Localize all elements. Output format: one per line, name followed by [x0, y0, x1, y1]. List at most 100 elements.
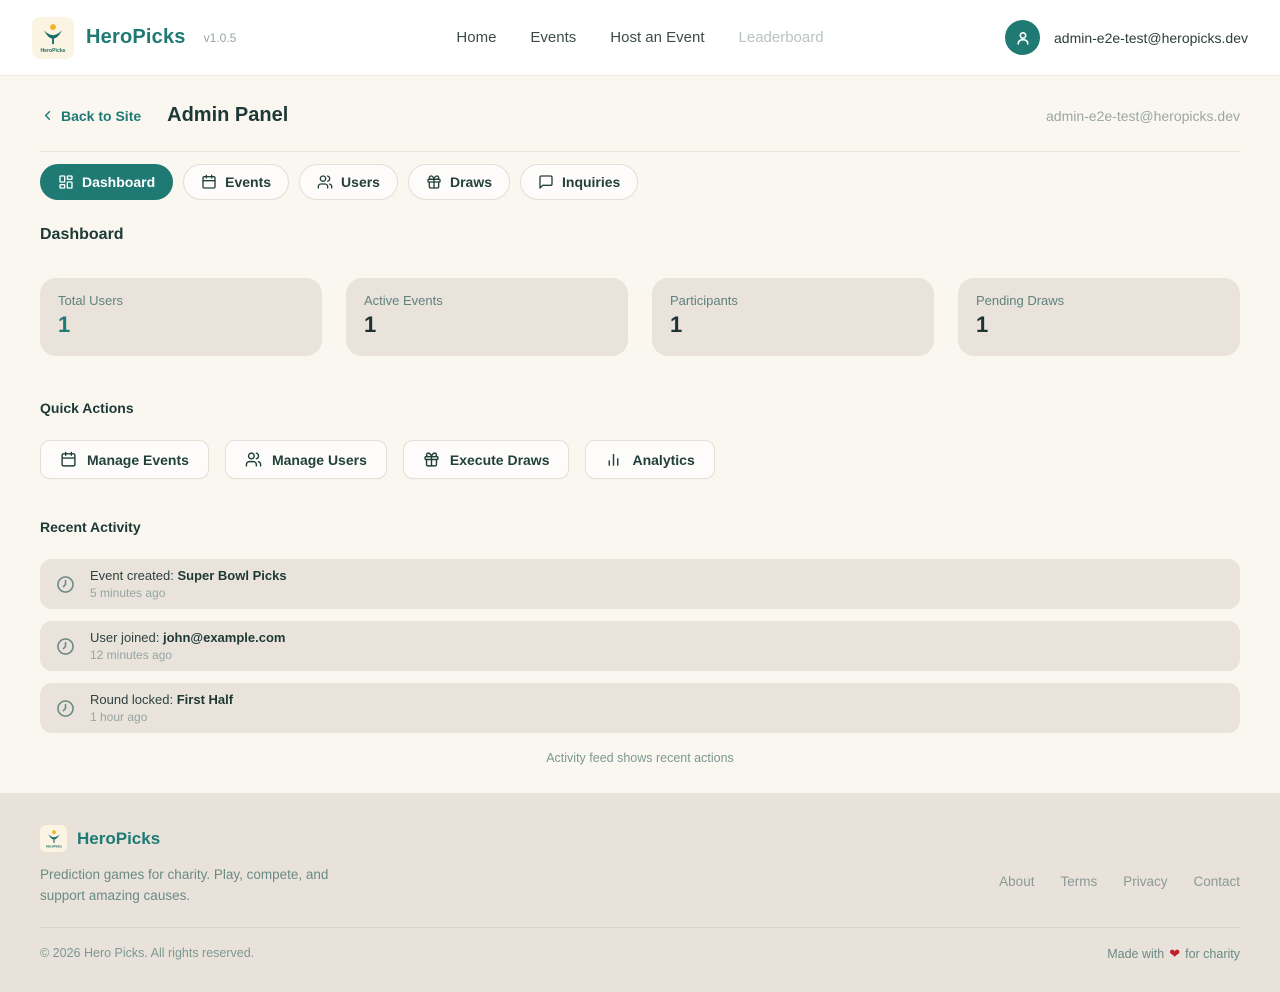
- quick-actions-heading: Quick Actions: [40, 400, 1240, 416]
- manage-users-button[interactable]: Manage Users: [225, 440, 387, 479]
- gift-icon: [426, 174, 442, 190]
- stat-label: Active Events: [364, 293, 610, 308]
- activity-body: Round locked: First Half 1 hour ago: [90, 692, 233, 724]
- tab-dashboard[interactable]: Dashboard: [40, 164, 173, 200]
- tab-label: Users: [341, 174, 380, 190]
- footer-links: About Terms Privacy Contact: [999, 857, 1240, 907]
- main-nav: Home Events Host an Event Leaderboard: [456, 29, 823, 46]
- admin-user-email: admin-e2e-test@heropicks.dev: [1046, 108, 1240, 124]
- dashboard-heading: Dashboard: [40, 226, 1240, 244]
- footer-description: Prediction games for charity. Play, comp…: [40, 865, 330, 907]
- action-label: Manage Users: [272, 452, 367, 468]
- back-to-site-label: Back to Site: [61, 108, 141, 124]
- stat-value: 1: [670, 312, 916, 338]
- brand[interactable]: HeroPicks HeroPicks v1.0.5: [32, 17, 236, 59]
- stat-card-pending-draws: Pending Draws 1: [958, 278, 1240, 356]
- back-to-site-link[interactable]: Back to Site: [40, 108, 141, 124]
- tab-label: Draws: [450, 174, 492, 190]
- activity-time: 1 hour ago: [90, 710, 233, 724]
- footer-link-privacy[interactable]: Privacy: [1123, 874, 1167, 889]
- top-navbar: HeroPicks HeroPicks v1.0.5 Home Events H…: [0, 0, 1280, 76]
- admin-tabs: Dashboard Events Users Draws Inquiries: [40, 164, 1240, 200]
- calendar-icon: [201, 174, 217, 190]
- analytics-button[interactable]: Analytics: [585, 440, 714, 479]
- stat-card-active-events: Active Events 1: [346, 278, 628, 356]
- header-divider: [40, 151, 1240, 152]
- activity-item: User joined: john@example.com 12 minutes…: [40, 621, 1240, 671]
- gift-icon: [423, 451, 440, 468]
- stat-value: 1: [58, 312, 304, 338]
- stats-grid: Total Users 1 Active Events 1 Participan…: [40, 278, 1240, 356]
- clock-icon: [56, 699, 75, 718]
- calendar-icon: [60, 451, 77, 468]
- tab-draws[interactable]: Draws: [408, 164, 510, 200]
- quick-actions: Manage Events Manage Users Execute Draws…: [40, 440, 1240, 479]
- message-square-icon: [538, 174, 554, 190]
- user-icon: [1013, 28, 1033, 48]
- nav-link-events[interactable]: Events: [530, 29, 576, 46]
- clock-icon: [56, 575, 75, 594]
- activity-list: Event created: Super Bowl Picks 5 minute…: [40, 559, 1240, 733]
- activity-body: User joined: john@example.com 12 minutes…: [90, 630, 285, 662]
- stat-label: Total Users: [58, 293, 304, 308]
- navbar-user-email: admin-e2e-test@heropicks.dev: [1054, 30, 1248, 46]
- activity-text: Round locked: First Half: [90, 692, 233, 707]
- bar-chart-icon: [605, 451, 622, 468]
- stat-value: 1: [364, 312, 610, 338]
- stat-card-total-users: Total Users 1: [40, 278, 322, 356]
- footer-link-terms[interactable]: Terms: [1060, 874, 1097, 889]
- nav-link-home[interactable]: Home: [456, 29, 496, 46]
- activity-subject: Super Bowl Picks: [177, 568, 286, 583]
- activity-feed-caption: Activity feed shows recent actions: [40, 751, 1240, 765]
- footer-divider: [40, 927, 1240, 928]
- tab-label: Events: [225, 174, 271, 190]
- admin-panel-main: Back to Site Admin Panel admin-e2e-test@…: [0, 76, 1280, 793]
- activity-subject: john@example.com: [163, 630, 285, 645]
- activity-item: Round locked: First Half 1 hour ago: [40, 683, 1240, 733]
- activity-text: Event created: Super Bowl Picks: [90, 568, 287, 583]
- user-avatar[interactable]: [1005, 20, 1040, 55]
- footer: HeroPicks HeroPicks Prediction games for…: [0, 793, 1280, 992]
- activity-time: 12 minutes ago: [90, 648, 285, 662]
- stat-card-participants: Participants 1: [652, 278, 934, 356]
- footer-link-contact[interactable]: Contact: [1193, 874, 1240, 889]
- made-with-text: Made with ❤ for charity: [1107, 946, 1240, 962]
- user-menu[interactable]: admin-e2e-test@heropicks.dev: [1005, 20, 1248, 55]
- clock-icon: [56, 637, 75, 656]
- svg-text:HeroPicks: HeroPicks: [40, 47, 65, 53]
- heart-icon: ❤: [1169, 946, 1180, 962]
- nav-link-host-an-event[interactable]: Host an Event: [610, 29, 704, 46]
- tab-inquiries[interactable]: Inquiries: [520, 164, 638, 200]
- page-title: Admin Panel: [167, 104, 288, 127]
- action-label: Manage Events: [87, 452, 189, 468]
- version-badge: v1.0.5: [204, 31, 237, 45]
- users-icon: [317, 174, 333, 190]
- tab-users[interactable]: Users: [299, 164, 398, 200]
- stat-label: Pending Draws: [976, 293, 1222, 308]
- manage-events-button[interactable]: Manage Events: [40, 440, 209, 479]
- heropicks-logo-icon: HeroPicks: [32, 17, 74, 59]
- admin-header: Back to Site Admin Panel admin-e2e-test@…: [40, 104, 1240, 127]
- footer-link-about[interactable]: About: [999, 874, 1034, 889]
- activity-text: User joined: john@example.com: [90, 630, 285, 645]
- action-label: Execute Draws: [450, 452, 550, 468]
- brand-name: HeroPicks: [86, 26, 186, 49]
- activity-item: Event created: Super Bowl Picks 5 minute…: [40, 559, 1240, 609]
- tab-label: Inquiries: [562, 174, 620, 190]
- tab-events[interactable]: Events: [183, 164, 289, 200]
- users-icon: [245, 451, 262, 468]
- stat-value: 1: [976, 312, 1222, 338]
- svg-text:HeroPicks: HeroPicks: [46, 844, 62, 848]
- footer-heropicks-logo-icon: HeroPicks: [40, 825, 67, 852]
- activity-subject: First Half: [177, 692, 233, 707]
- action-label: Analytics: [632, 452, 694, 468]
- footer-brand-block: HeroPicks HeroPicks Prediction games for…: [40, 825, 330, 907]
- recent-activity-heading: Recent Activity: [40, 519, 1240, 535]
- tab-label: Dashboard: [82, 174, 155, 190]
- activity-time: 5 minutes ago: [90, 586, 287, 600]
- activity-body: Event created: Super Bowl Picks 5 minute…: [90, 568, 287, 600]
- stat-label: Participants: [670, 293, 916, 308]
- layout-dashboard-icon: [58, 174, 74, 190]
- nav-link-leaderboard[interactable]: Leaderboard: [739, 29, 824, 46]
- execute-draws-button[interactable]: Execute Draws: [403, 440, 570, 479]
